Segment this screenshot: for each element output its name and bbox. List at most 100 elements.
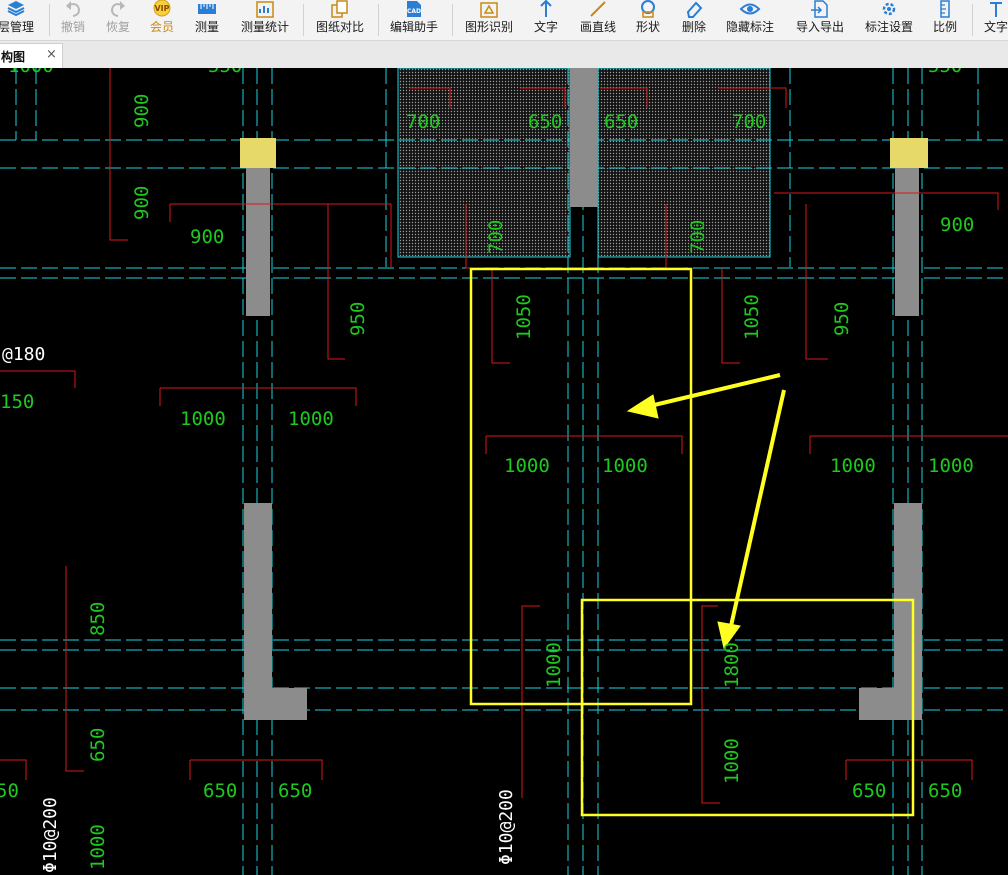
text-button[interactable]: 文字 [526, 0, 566, 40]
dim-text: 1000 [928, 455, 974, 477]
dim-text: 1000 [180, 408, 226, 430]
toolbar-label: 比例 [932, 20, 957, 34]
toolbar-label: 标注设置 [864, 20, 913, 34]
tab-label: 构图 [1, 50, 26, 64]
toolbar-label: 恢复 [105, 20, 130, 34]
toolbar-separator [303, 4, 304, 36]
toolbar-label: 图形识别 [464, 20, 513, 34]
toolbar-label: 画直线 [579, 20, 616, 34]
shape-recognize-icon [480, 2, 498, 18]
close-tab-icon[interactable]: × [46, 47, 57, 62]
dim-text: 1000 [602, 455, 648, 477]
scale-button[interactable]: 比例 [925, 0, 965, 40]
toolbar-separator [378, 4, 379, 36]
dim-text: 900 [131, 186, 153, 220]
redo-button[interactable]: 恢复 [98, 0, 138, 40]
cad-viewer-app: 层管理 撤销 恢复 VIP 会员 测量 测量统计 图纸对比 CAD 编辑助手 图… [0, 0, 1008, 875]
dim-text: 150 [0, 391, 34, 413]
toolbar-label: 导入导出 [795, 20, 844, 34]
layer-manage-button[interactable]: 层管理 [0, 0, 38, 40]
dim-text: 650 [87, 728, 109, 762]
dim-text: 900 [190, 226, 224, 248]
toolbar-label: 文字 [533, 20, 558, 34]
dim-text: 550 [928, 68, 962, 77]
dim-text: 550 [208, 68, 242, 77]
drawing-compare-button[interactable]: 图纸对比 [309, 0, 371, 40]
redo-icon [110, 1, 125, 17]
dim-text: 700 [485, 220, 507, 254]
undo-icon [66, 1, 81, 17]
dim-text: 950 [347, 302, 369, 336]
hide-annotation-button[interactable]: 隐藏标注 [719, 0, 781, 40]
toolbar-label: 测量 [194, 20, 219, 34]
layers-icon [7, 1, 25, 17]
dim-text: 700 [406, 111, 440, 133]
dim-text: 1000 [543, 642, 565, 688]
toolbar-label: 形状 [635, 20, 660, 34]
text-arrow-icon [540, 0, 552, 17]
dim-text: 1050 [513, 294, 535, 340]
dim-text: 900 [940, 214, 974, 236]
dim-text: 650 [278, 780, 312, 802]
cad-badge-text: CAD [407, 8, 421, 15]
dim-text: 950 [831, 302, 853, 336]
dim-text: 850 [87, 602, 109, 636]
annotation-settings-button[interactable]: 标注设置 [858, 0, 920, 40]
dim-text: 1050 [741, 294, 763, 340]
measure-stats-button[interactable]: 测量统计 [234, 0, 296, 40]
shape-icon [641, 0, 655, 18]
dim-text: 650 [604, 111, 638, 133]
eraser-icon [686, 1, 703, 18]
dim-text: 1000 [504, 455, 550, 477]
settings-icon [882, 2, 896, 16]
eye-icon [739, 3, 761, 15]
shape-recognize-button[interactable]: 图形识别 [458, 0, 520, 40]
toolbar: 层管理 撤销 恢复 VIP 会员 测量 测量统计 图纸对比 CAD 编辑助手 图… [0, 0, 1008, 41]
toolbar-label: 撤销 [60, 20, 85, 34]
import-export-icon [811, 0, 828, 18]
measure-stats-icon [256, 1, 274, 18]
undo-button[interactable]: 撤销 [53, 0, 93, 40]
toolbar-separator [452, 4, 453, 36]
dim-text: 1000 [830, 455, 876, 477]
dim-text: 1000 [87, 824, 109, 870]
toolbar-label: 文字 [983, 20, 1008, 34]
dim-text: 700 [732, 111, 766, 133]
compare-icon [331, 0, 348, 18]
toolbar-separator [972, 4, 973, 36]
scale-ruler-icon [940, 0, 950, 18]
import-export-button[interactable]: 导入导出 [789, 0, 851, 40]
dim-text: 650 [928, 780, 962, 802]
rebar-text: Φ10@200 [496, 789, 517, 865]
dim-text: 900 [131, 94, 153, 128]
line-icon [590, 1, 606, 17]
toolbar-separator [49, 4, 50, 36]
dim-text: 650 [852, 780, 886, 802]
edit-assistant-button[interactable]: CAD 编辑助手 [383, 0, 445, 40]
text-icon [990, 2, 1002, 17]
dim-text: 50 [0, 780, 19, 802]
toolbar-label: 测量统计 [240, 20, 289, 34]
dim-text: 1000 [721, 738, 743, 784]
rebar-text: @180 [2, 344, 45, 365]
measure-button[interactable]: 测量 [187, 0, 227, 40]
delete-button[interactable]: 删除 [674, 0, 714, 40]
tab-structure-drawing[interactable]: 构图 × [0, 43, 63, 68]
dim-text: 1800 [721, 642, 743, 688]
dim-text: 650 [528, 111, 562, 133]
dim-text: 650 [203, 780, 237, 802]
shape-button[interactable]: 形状 [628, 0, 668, 40]
dim-text: 700 [687, 220, 709, 254]
toolbar-label: 编辑助手 [389, 20, 438, 34]
drawing-canvas[interactable]: 1000 550 550 700 650 650 700 900 900 100… [0, 68, 1008, 875]
toolbar-label: 隐藏标注 [725, 20, 774, 34]
text-button-2[interactable]: 文字 [978, 0, 1008, 40]
tab-bar: 构图 × [0, 41, 1008, 69]
dim-text: 1000 [8, 68, 54, 77]
toolbar-label: 删除 [681, 20, 706, 34]
vip-button[interactable]: VIP 会员 [142, 0, 182, 40]
rebar-text: Φ10@200 [40, 797, 61, 873]
draw-line-button[interactable]: 画直线 [575, 0, 621, 40]
vip-badge-text: VIP [154, 4, 169, 13]
toolbar-label: 层管理 [0, 20, 34, 34]
